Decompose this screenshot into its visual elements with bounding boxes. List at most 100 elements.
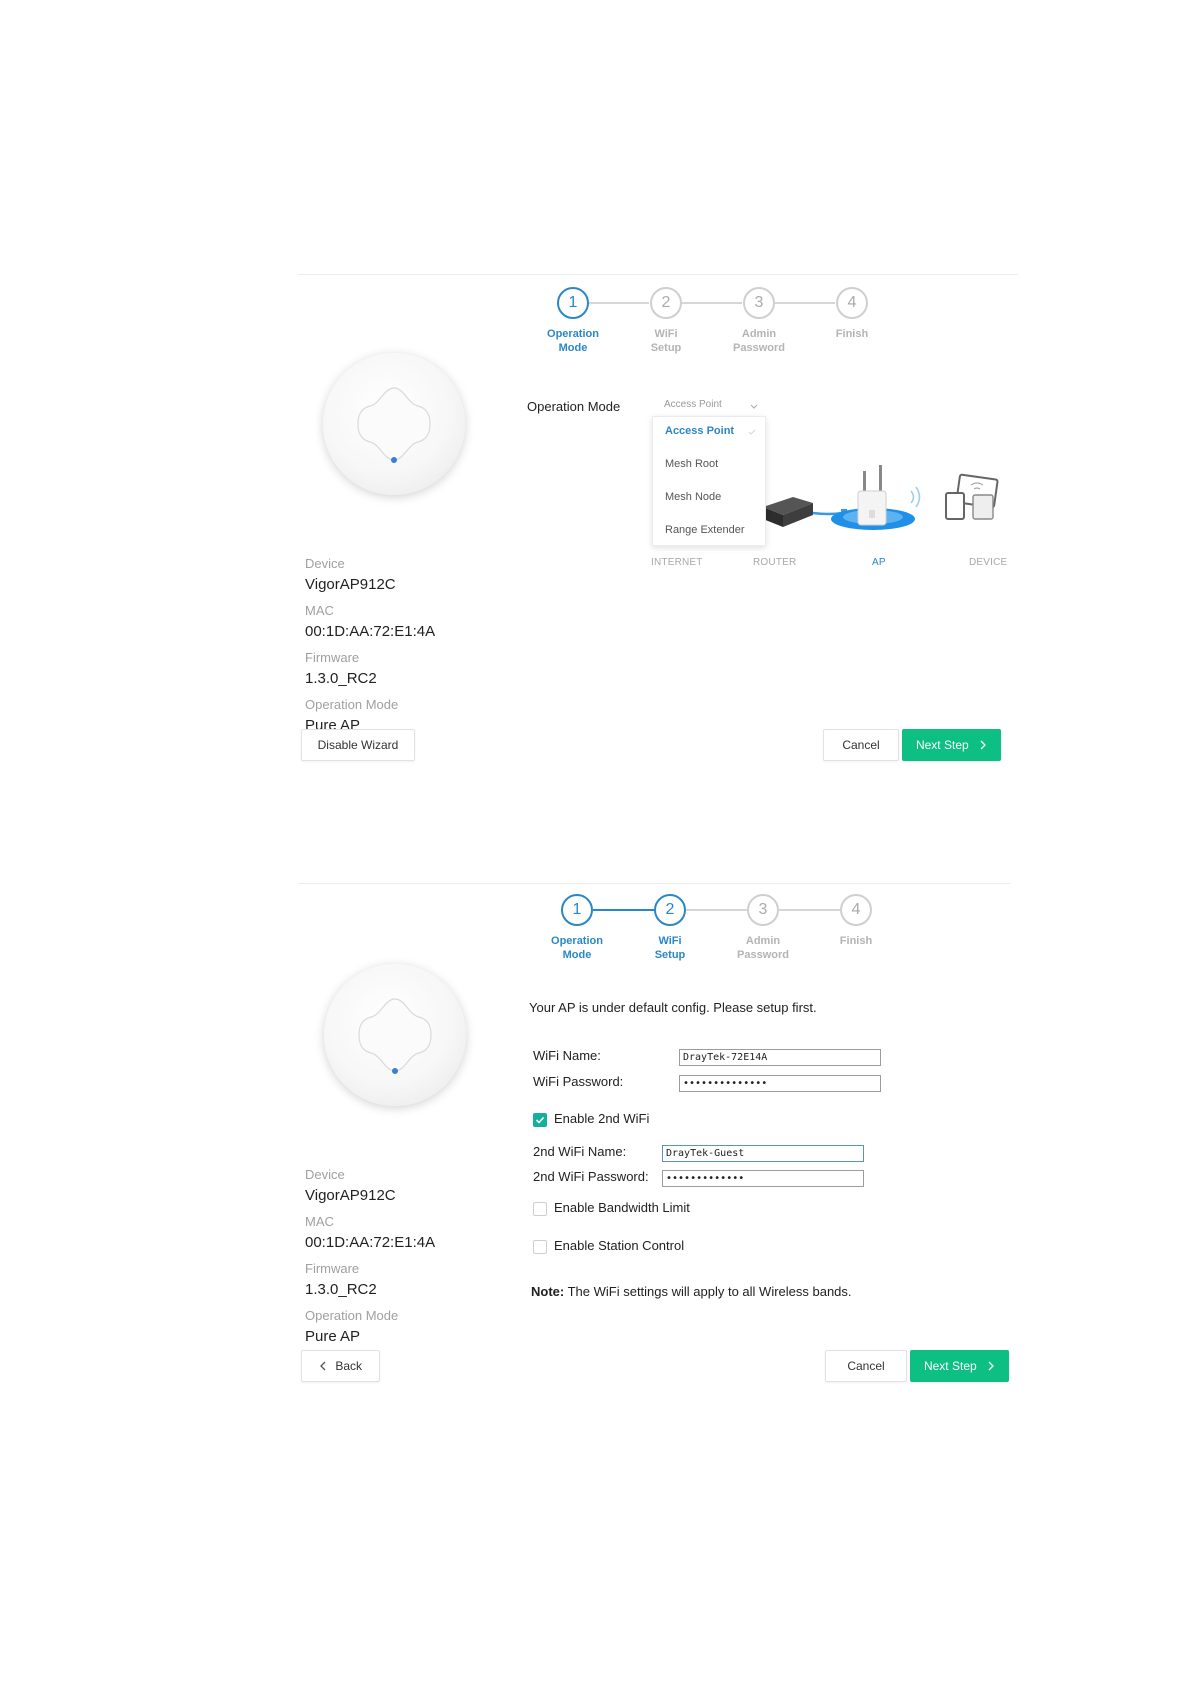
device-info: Device VigorAP912C MAC 00:1D:AA:72:E1:4A… [305,556,505,744]
step-operation-mode[interactable]: 1 Operation Mode [532,894,622,962]
diagram-label-internet: INTERNET [651,557,703,568]
device-label: Device [305,556,345,571]
operation-mode-label: Operation Mode [305,1308,399,1323]
wifi2-password-input[interactable]: ••••••••••••• [662,1170,864,1187]
device-value: VigorAP912C [305,576,396,593]
enable-bandwidth-limit-checkbox[interactable] [533,1202,547,1216]
status-led-icon [392,1068,398,1074]
enable-2nd-wifi-label: Enable 2nd WiFi [554,1111,650,1126]
back-button[interactable]: Back [301,1350,380,1382]
operation-mode-value: Pure AP [305,1328,361,1345]
step-number: 4 [836,287,868,319]
wifi2-password-label: 2nd WiFi Password: [533,1169,649,1184]
step-label: Finish [839,935,873,947]
step-label: WiFi [654,328,678,340]
note-prefix: Note: [531,1284,565,1299]
device-label: Device [305,1167,345,1182]
wifi-name-label: WiFi Name: [533,1048,601,1063]
device-image [323,353,465,495]
step-label: Password [737,949,789,961]
diagram-label-router: ROUTER [753,557,797,568]
step-label: Finish [835,328,869,340]
next-step-button[interactable]: Next Step [910,1350,1009,1382]
cancel-button[interactable]: Cancel [823,729,899,761]
option-range-extender[interactable]: Range Extender [665,524,745,536]
status-led-icon [391,457,397,463]
operation-mode-field-label: Operation Mode [527,399,621,414]
step-number: 2 [654,894,686,926]
cancel-button[interactable]: Cancel [825,1350,907,1382]
wizard-stepper: 1 Operation Mode 2 WiFi Setup 3 Admin Passw… [528,287,868,367]
device-value: VigorAP912C [305,1187,396,1204]
step-finish[interactable]: 4 Finish [807,287,897,341]
device-top-outline-icon [357,387,431,461]
client-devices-icon [945,473,999,520]
step-number: 2 [650,287,682,319]
option-mesh-node[interactable]: Mesh Node [665,491,721,503]
step-admin-password[interactable]: 3 Admin Password [714,287,804,355]
step-operation-mode[interactable]: 1 Operation Mode [528,287,618,355]
wifi2-name-input[interactable]: DrayTek-Guest [662,1145,864,1162]
chevron-left-icon [320,1361,326,1371]
mac-label: MAC [305,1214,334,1229]
enable-station-control-checkbox[interactable] [533,1240,547,1254]
step-finish[interactable]: 4 Finish [811,894,901,948]
option-mesh-root[interactable]: Mesh Root [665,458,718,470]
wifi-password-input[interactable]: •••••••••••••• [679,1075,881,1092]
chevron-right-icon [980,740,986,750]
next-step-button[interactable]: Next Step [902,729,1001,761]
check-icon [748,429,756,435]
step-number: 4 [840,894,872,926]
device-top-outline-icon [358,998,432,1072]
step-label: WiFi [658,935,682,947]
wizard-panel-operation-mode: 1 Operation Mode 2 WiFi Setup 3 Admin Passw… [298,274,1018,775]
diagram-label-ap: AP [872,557,886,568]
next-step-label: Next Step [923,1359,977,1373]
wifi2-name-label: 2nd WiFi Name: [533,1144,627,1159]
note-text: The WiFi settings will apply to all Wire… [564,1284,852,1299]
step-number: 1 [561,894,593,926]
next-step-label: Next Step [915,738,969,752]
step-number: 3 [743,287,775,319]
setup-intro-text: Your AP is under default config. Please … [529,1000,817,1015]
access-point-icon [831,465,915,530]
firmware-value: 1.3.0_RC2 [305,670,377,687]
step-label: Operation [547,328,599,340]
step-label: Mode [562,949,592,961]
step-label: Admin [745,935,781,947]
wifi-note: Note: The WiFi settings will apply to al… [531,1284,852,1299]
wizard-panel-wifi-setup: 1 Operation Mode 2 WiFi Setup 3 Admin Passw… [298,883,1010,1394]
operation-mode-select[interactable]: Access Point [652,396,764,417]
enable-2nd-wifi-checkbox[interactable] [533,1113,547,1127]
operation-mode-dropdown-menu: Access Point Mesh Root Mesh Node Range E… [652,416,766,546]
mac-label: MAC [305,603,334,618]
wifi-name-input[interactable]: DrayTek-72E14A [679,1049,881,1066]
firmware-value: 1.3.0_RC2 [305,1281,377,1298]
step-label: Admin [741,328,777,340]
back-label: Back [335,1359,363,1373]
check-icon [535,1116,545,1124]
firmware-label: Firmware [305,650,360,665]
enable-station-control-label: Enable Station Control [554,1238,685,1253]
step-admin-password[interactable]: 3 Admin Password [718,894,808,962]
chevron-right-icon [988,1361,994,1371]
wifi-password-label: WiFi Password: [533,1074,624,1089]
step-label: Password [733,342,785,354]
disable-wizard-button[interactable]: Disable Wizard [301,729,415,761]
router-icon [763,497,813,527]
step-wifi-setup[interactable]: 2 WiFi Setup [625,894,715,962]
wizard-stepper: 1 Operation Mode 2 WiFi Setup 3 Admin Passw… [532,894,872,974]
diagram-label-device: DEVICE [969,557,1008,568]
firmware-label: Firmware [305,1261,360,1276]
chevron-down-icon [750,404,758,409]
option-access-point[interactable]: Access Point [665,425,734,437]
step-label: Setup [650,342,682,354]
operation-mode-label: Operation Mode [305,697,399,712]
step-wifi-setup[interactable]: 2 WiFi Setup [621,287,711,355]
step-number: 1 [557,287,589,319]
step-label: Setup [654,949,686,961]
select-value: Access Point [664,399,722,410]
device-info: Device VigorAP912C MAC 00:1D:AA:72:E1:4A… [305,1167,505,1355]
step-number: 3 [747,894,779,926]
enable-bandwidth-limit-label: Enable Bandwidth Limit [554,1200,690,1215]
